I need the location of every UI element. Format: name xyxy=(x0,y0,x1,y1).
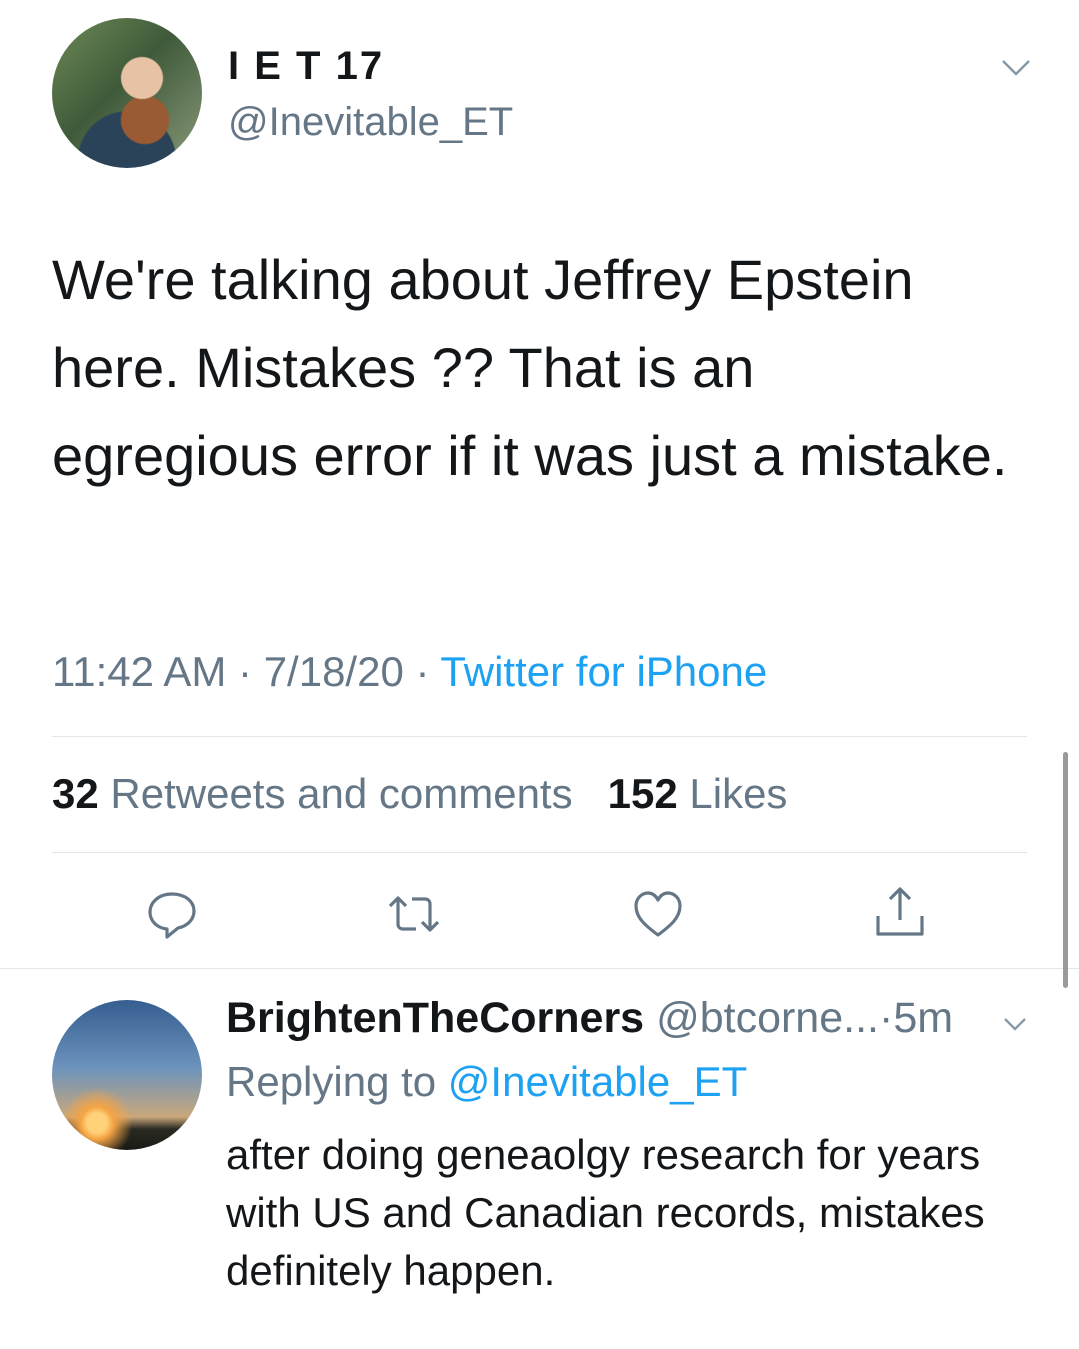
author-display-name[interactable]: I E T 17 xyxy=(228,44,384,89)
retweets-label: Retweets and comments xyxy=(110,770,573,817)
reply-author-avatar[interactable] xyxy=(52,1000,202,1150)
replying-to-mention[interactable]: @Inevitable_ET xyxy=(448,1058,747,1105)
divider xyxy=(52,852,1027,853)
reply-author-name[interactable]: BrightenTheCorners xyxy=(226,994,644,1042)
retweet-icon[interactable] xyxy=(384,884,444,944)
author-handle[interactable]: @Inevitable_ET xyxy=(228,100,513,145)
replying-to-line: Replying to @Inevitable_ET xyxy=(226,1058,747,1106)
tweet-text: We're talking about Jeffrey Epstein here… xyxy=(52,248,1008,487)
share-icon[interactable] xyxy=(870,884,930,944)
reply-age: 5m xyxy=(893,994,954,1042)
likes-count: 152 xyxy=(607,770,678,817)
likes-stat[interactable]: 152 Likes xyxy=(608,770,788,817)
reply-author-handle[interactable]: @btcorne... xyxy=(656,994,879,1042)
tweet-stats: 32 Retweets and comments 152 Likes xyxy=(52,770,787,818)
divider xyxy=(52,736,1027,737)
reply-header: BrightenTheCorners @btcorne...·5m xyxy=(226,994,953,1043)
meta-separator: · xyxy=(238,648,253,695)
comment-bubble-icon[interactable] xyxy=(142,884,202,944)
heart-icon[interactable] xyxy=(628,884,688,944)
retweets-stat[interactable]: 32 Retweets and comments xyxy=(52,770,573,817)
tweet-source-link[interactable]: Twitter for iPhone xyxy=(440,648,767,695)
scrollbar[interactable] xyxy=(1063,752,1068,988)
reply-text: after doing geneaolgy research for years… xyxy=(226,1131,985,1294)
tweet-date: 7/18/20 xyxy=(263,648,404,695)
reply-separator: · xyxy=(878,994,894,1042)
author-avatar[interactable] xyxy=(52,18,202,168)
replying-prefix: Replying to xyxy=(226,1058,437,1105)
tweet-time: 11:42 AM xyxy=(52,648,227,695)
divider xyxy=(0,968,1079,969)
meta-separator: · xyxy=(415,648,430,695)
likes-label: Likes xyxy=(689,770,788,817)
chevron-down-icon[interactable] xyxy=(1000,56,1032,80)
chevron-down-icon[interactable] xyxy=(1002,1014,1028,1034)
tweet-meta: 11:42 AM · 7/18/20 · Twitter for iPhone xyxy=(52,648,767,696)
retweets-count: 32 xyxy=(52,770,99,817)
